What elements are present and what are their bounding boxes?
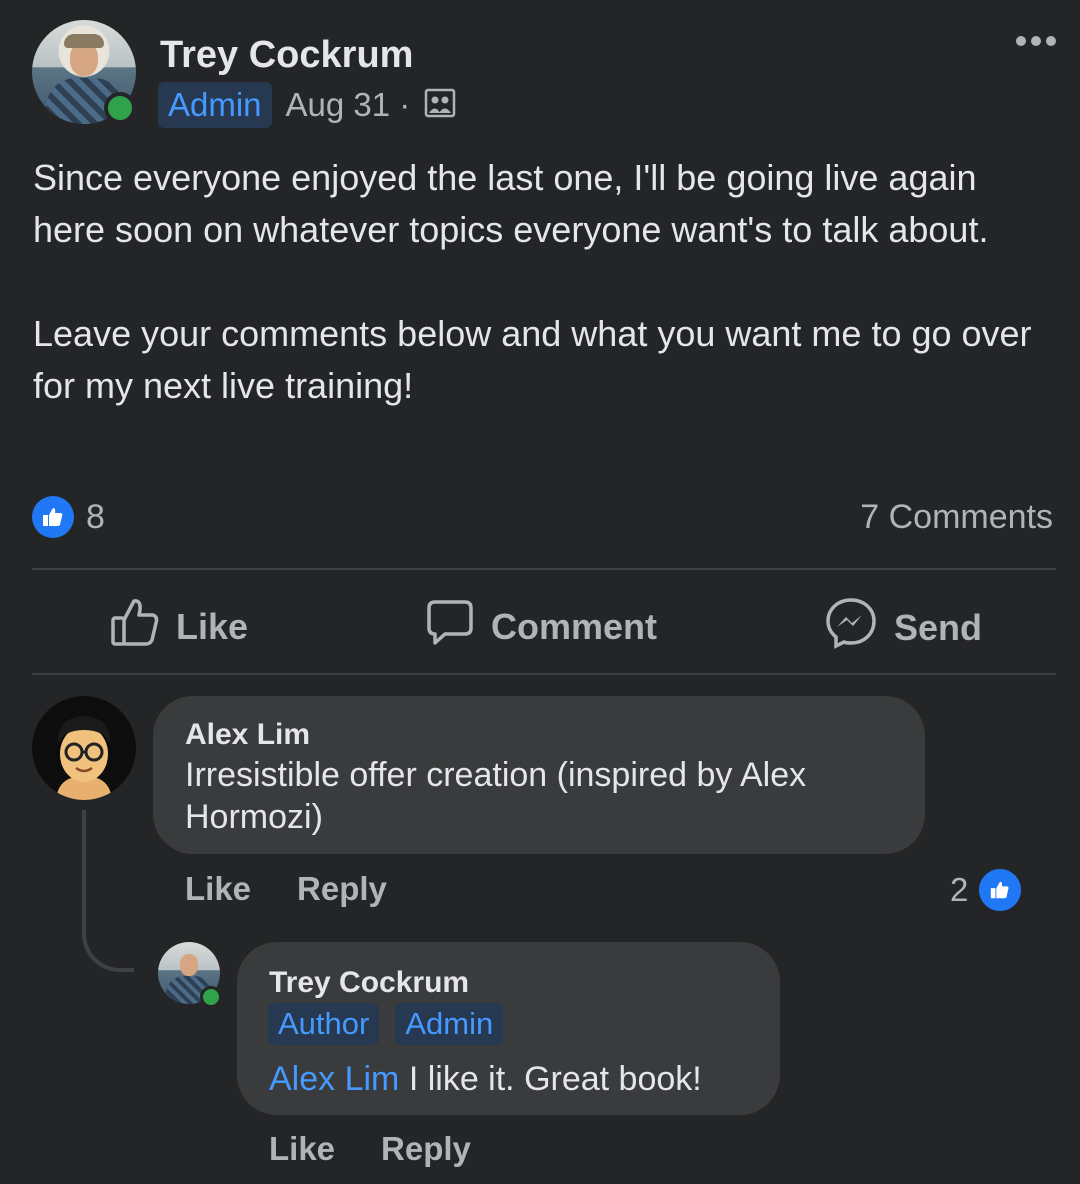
admin-badge: Admin xyxy=(158,82,272,128)
comment-text: Irresistible offer creation (inspired by… xyxy=(185,756,807,836)
comment-reaction-count: 2 xyxy=(950,871,969,908)
online-status-dot xyxy=(200,986,222,1008)
post-body: Since everyone enjoyed the last one, I'l… xyxy=(33,157,1032,406)
like-reaction-icon xyxy=(32,496,74,538)
mention-link[interactable]: Alex Lim xyxy=(269,1060,399,1098)
reply-reply-link[interactable]: Reply xyxy=(381,1130,471,1168)
comment-bubble-icon xyxy=(425,596,475,657)
comment-bubble: Alex Lim Irresistible offer creation (in… xyxy=(153,696,925,854)
reply-actions: Like Reply xyxy=(269,1130,471,1168)
comment-actions: Like Reply xyxy=(185,870,387,908)
admin-badge: Admin xyxy=(395,1003,504,1045)
author-badge: Author xyxy=(268,1003,380,1045)
reply-like-link[interactable]: Like xyxy=(269,1130,335,1168)
comment-reactions[interactable]: 2 xyxy=(950,866,1025,914)
send-button[interactable]: Send xyxy=(824,596,982,659)
like-button-label: Like xyxy=(176,605,249,647)
group-audience-icon xyxy=(424,87,456,124)
reply-author-name[interactable]: Trey Cockrum xyxy=(269,966,469,1000)
divider-bottom xyxy=(32,673,1056,675)
reply-text: I like it. Great book! xyxy=(408,1060,702,1098)
reply-thread-line xyxy=(82,810,134,972)
reply-bubble: Trey Cockrum Author Admin Alex Lim I lik… xyxy=(237,942,780,1115)
like-reaction-icon xyxy=(976,866,1025,914)
online-status-dot xyxy=(104,92,136,124)
comment-button[interactable]: Comment xyxy=(425,596,657,657)
reply-badges: Author Admin xyxy=(268,1003,504,1045)
commenter-avatar[interactable] xyxy=(32,696,136,800)
reaction-count: 8 xyxy=(86,497,105,536)
divider-top xyxy=(32,568,1056,570)
comments-count-link[interactable]: 7 Comments xyxy=(860,498,1053,537)
post-author-name[interactable]: Trey Cockrum xyxy=(160,34,413,77)
messenger-icon xyxy=(824,596,878,659)
comment-reply-link[interactable]: Reply xyxy=(297,870,387,908)
reactions-summary[interactable]: 8 xyxy=(32,496,105,538)
comment-like-link[interactable]: Like xyxy=(185,870,251,908)
comment-button-label: Comment xyxy=(491,605,658,647)
post-date[interactable]: Aug 31 · xyxy=(286,86,411,124)
post-meta: Admin Aug 31 · xyxy=(158,82,456,128)
like-button[interactable]: Like xyxy=(110,596,248,657)
reply-text-row: Alex Lim I like it. Great book! xyxy=(269,1058,702,1100)
thumbs-up-icon xyxy=(110,596,160,657)
send-button-label: Send xyxy=(894,606,983,648)
comment-author-name[interactable]: Alex Lim xyxy=(185,718,310,752)
more-options-icon[interactable] xyxy=(1016,36,1056,46)
